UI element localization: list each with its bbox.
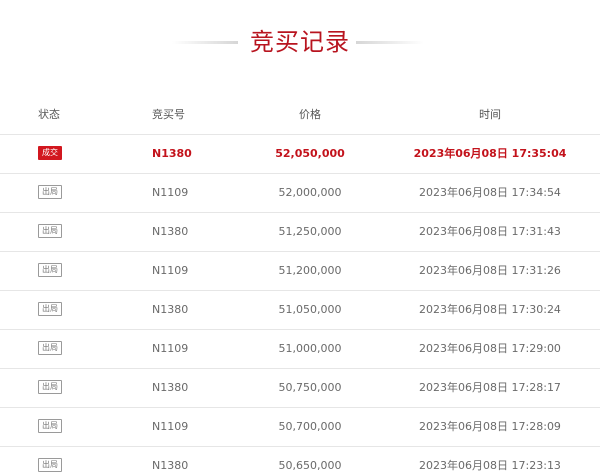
table-row: 出局 N1109 50,700,000 2023年06月08日 17:28:09	[0, 408, 600, 447]
page-title: 竞买记录	[250, 28, 350, 56]
price-cell: 50,750,000	[278, 381, 342, 394]
table-row: 出局 N1380 50,750,000 2023年06月08日 17:28:17	[0, 369, 600, 408]
section-header: 竞买记录	[0, 22, 600, 62]
title-decor-line-left	[172, 41, 238, 44]
status-badge-out: 出局	[38, 458, 62, 472]
time-cell: 2023年06月08日 17:29:00	[419, 342, 561, 355]
status-cell: 出局	[38, 174, 78, 212]
time-cell: 2023年06月08日 17:23:13	[419, 459, 561, 472]
time-cell: 2023年06月08日 17:30:24	[419, 303, 561, 316]
status-badge-out: 出局	[38, 302, 62, 316]
table-row: 出局 N1380 50,650,000 2023年06月08日 17:23:13	[0, 447, 600, 475]
time-cell: 2023年06月08日 17:31:26	[419, 264, 561, 277]
price-cell: 51,000,000	[278, 342, 342, 355]
status-cell: 出局	[38, 369, 78, 407]
table-row: 出局 N1109 51,200,000 2023年06月08日 17:31:26	[0, 252, 600, 291]
time-cell: 2023年06月08日 17:34:54	[419, 186, 561, 199]
bid-record-table: 状态 竞买号 价格 时间 成交 N1380 52,050,000 2023年06…	[0, 96, 600, 475]
price-cell: 51,200,000	[278, 264, 342, 277]
status-badge-out: 出局	[38, 341, 62, 355]
status-cell: 出局	[38, 447, 78, 475]
price-cell: 51,050,000	[278, 303, 342, 316]
title-decor-line-right	[356, 41, 424, 44]
price-cell: 50,650,000	[278, 459, 342, 472]
status-cell: 出局	[38, 408, 78, 446]
status-badge-out: 出局	[38, 263, 62, 277]
status-cell: 出局	[38, 291, 78, 329]
status-badge-won: 成交	[38, 146, 62, 160]
table-row: 出局 N1380 51,050,000 2023年06月08日 17:30:24	[0, 291, 600, 330]
bid-number-cell: N1109	[152, 186, 189, 199]
header-price: 价格	[299, 108, 321, 121]
table-row: 出局 N1109 52,000,000 2023年06月08日 17:34:54	[0, 174, 600, 213]
bid-number-cell: N1109	[152, 264, 189, 277]
bid-number-cell: N1380	[152, 459, 189, 472]
status-badge-out: 出局	[38, 419, 62, 433]
table-header-row: 状态 竞买号 价格 时间	[0, 96, 600, 135]
bid-number-cell: N1380	[152, 303, 189, 316]
time-cell: 2023年06月08日 17:28:17	[419, 381, 561, 394]
price-cell: 52,000,000	[278, 186, 342, 199]
status-cell: 成交	[38, 135, 78, 173]
time-cell: 2023年06月08日 17:28:09	[419, 420, 561, 433]
bid-number-cell: N1109	[152, 420, 189, 433]
table-row: 成交 N1380 52,050,000 2023年06月08日 17:35:04	[0, 135, 600, 174]
bid-number-cell: N1380	[152, 225, 189, 238]
bid-number-cell: N1380	[152, 381, 189, 394]
status-cell: 出局	[38, 252, 78, 290]
bid-number-cell: N1109	[152, 342, 189, 355]
price-cell: 50,700,000	[278, 420, 342, 433]
header-status: 状态	[38, 108, 60, 121]
price-cell: 51,250,000	[278, 225, 342, 238]
price-cell: 52,050,000	[275, 147, 345, 160]
time-cell: 2023年06月08日 17:35:04	[413, 147, 567, 160]
bid-record-page: 竞买记录 状态 竞买号 价格 时间 成交 N1380 52,050,000 20…	[0, 0, 600, 475]
status-badge-out: 出局	[38, 224, 62, 238]
time-cell: 2023年06月08日 17:31:43	[419, 225, 561, 238]
status-cell: 出局	[38, 213, 78, 251]
status-badge-out: 出局	[38, 380, 62, 394]
status-badge-out: 出局	[38, 185, 62, 199]
header-bid-number: 竞买号	[152, 108, 185, 121]
status-cell: 出局	[38, 330, 78, 368]
table-row: 出局 N1109 51,000,000 2023年06月08日 17:29:00	[0, 330, 600, 369]
header-time: 时间	[479, 108, 501, 121]
table-row: 出局 N1380 51,250,000 2023年06月08日 17:31:43	[0, 213, 600, 252]
bid-number-cell: N1380	[152, 147, 192, 160]
